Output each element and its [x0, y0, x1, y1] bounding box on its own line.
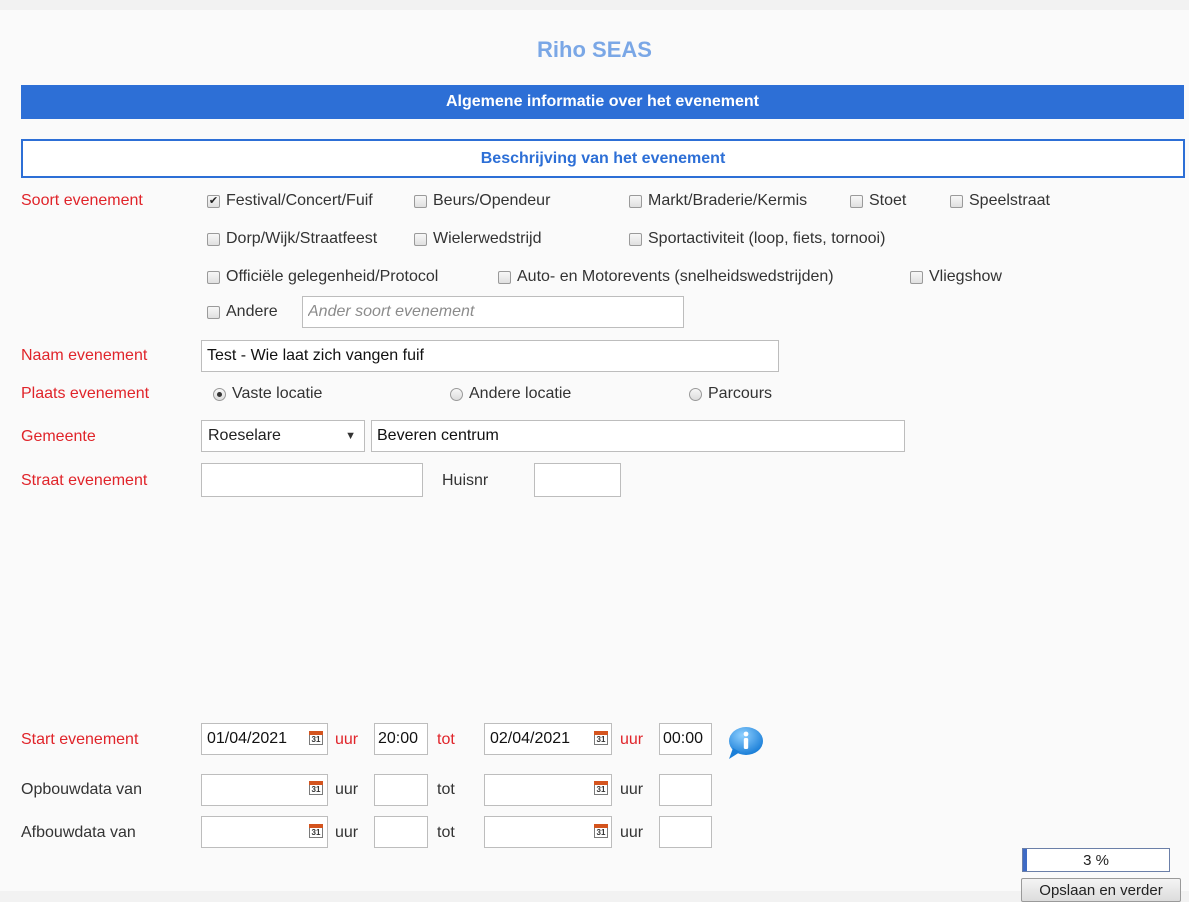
huisnr-input[interactable]	[534, 463, 621, 497]
calendar-icon[interactable]: 31	[309, 781, 323, 795]
app-title: Riho SEAS	[537, 37, 652, 62]
checkbox-label: Dorp/Wijk/Straatfeest	[226, 230, 378, 247]
checkbox-label: Vliegshow	[929, 268, 1002, 285]
radio-parcours[interactable]: Parcours	[689, 385, 772, 403]
afbouw-to-time-input[interactable]	[659, 816, 712, 848]
tot-label: tot	[437, 781, 455, 798]
radio-label: Vaste locatie	[232, 385, 323, 402]
uur-label: uur	[335, 781, 359, 798]
checkbox-beurs-box[interactable]	[414, 194, 427, 208]
plaats-evenement-label: Plaats evenement	[21, 385, 150, 402]
checkbox-label: Festival/Concert/Fuif	[226, 192, 373, 209]
radio-label: Andere locatie	[469, 385, 572, 402]
naam-evenement-input[interactable]	[201, 340, 779, 372]
straat-evenement-label: Straat evenement	[21, 472, 148, 489]
radio-parcours-button[interactable]	[689, 387, 702, 401]
radio-vaste-locatie-button[interactable]	[213, 387, 226, 401]
checkbox-stoet[interactable]: Stoet	[850, 192, 906, 210]
naam-evenement-label: Naam evenement	[21, 347, 148, 364]
straat-input[interactable]	[201, 463, 423, 497]
checkbox-dorpsfeest[interactable]: Dorp/Wijk/Straatfeest	[207, 230, 377, 248]
opbouw-from-time-input[interactable]	[374, 774, 428, 806]
radio-andere-locatie[interactable]: Andere locatie	[450, 385, 571, 403]
checkbox-label: Stoet	[869, 192, 907, 209]
checkbox-speelstraat[interactable]: Speelstraat	[950, 192, 1050, 210]
info-icon[interactable]	[725, 726, 765, 762]
checkbox-stoet-box[interactable]	[850, 194, 863, 208]
uur-label: uur	[620, 824, 644, 841]
calendar-icon[interactable]: 31	[594, 824, 608, 838]
checkbox-beurs[interactable]: Beurs/Opendeur	[414, 192, 550, 210]
tot-label: tot	[437, 824, 455, 841]
checkbox-vliegshow[interactable]: Vliegshow	[910, 268, 1002, 286]
checkbox-label: Sportactiviteit (loop, fiets, tornooi)	[648, 230, 886, 247]
checkbox-label: Markt/Braderie/Kermis	[648, 192, 808, 209]
gemeente-select[interactable]: Roeselare ▼	[201, 420, 365, 452]
radio-label: Parcours	[708, 385, 773, 402]
gemeente-select-value: Roeselare	[208, 427, 281, 444]
checkbox-vliegshow-box[interactable]	[910, 270, 923, 284]
calendar-icon[interactable]: 31	[594, 781, 608, 795]
checkbox-autoevents-box[interactable]	[498, 270, 511, 284]
checkbox-label: Wielerwedstrijd	[433, 230, 542, 247]
afbouwdata-label: Afbouwdata van	[21, 824, 136, 841]
deelgemeente-input[interactable]	[371, 420, 905, 452]
checkbox-markt[interactable]: Markt/Braderie/Kermis	[629, 192, 807, 210]
checkbox-officieel[interactable]: Officiële gelegenheid/Protocol	[207, 268, 438, 286]
calendar-icon[interactable]: 31	[594, 731, 608, 745]
opbouw-to-time-input[interactable]	[659, 774, 712, 806]
checkbox-label: Beurs/Opendeur	[433, 192, 551, 209]
checkbox-label: Auto- en Motorevents (snelheidswedstrijd…	[517, 268, 834, 285]
checkbox-label: Andere	[226, 303, 278, 320]
checkbox-sportactiviteit[interactable]: Sportactiviteit (loop, fiets, tornooi)	[629, 230, 885, 248]
page: Riho SEAS Algemene informatie over het e…	[0, 10, 1189, 902]
soort-evenement-label: Soort evenement	[21, 192, 143, 209]
opbouwdata-label: Opbouwdata van	[21, 781, 142, 798]
checkbox-festival[interactable]: ✔ Festival/Concert/Fuif	[207, 192, 373, 210]
uur-label: uur	[335, 824, 359, 841]
checkbox-sportactiviteit-box[interactable]	[629, 232, 642, 246]
checkbox-andere[interactable]: Andere	[207, 303, 278, 321]
start-evenement-label: Start evenement	[21, 731, 139, 748]
start-from-time-input[interactable]	[374, 723, 428, 755]
progress-fill	[1023, 849, 1028, 871]
huisnr-label: Huisnr	[442, 472, 489, 489]
calendar-icon[interactable]: 31	[309, 824, 323, 838]
start-to-time-input[interactable]	[659, 723, 712, 755]
checkbox-officieel-box[interactable]	[207, 270, 220, 284]
start-to-date-input[interactable]	[484, 723, 612, 755]
section-banner: Beschrijving van het evenement	[21, 139, 1185, 178]
chevron-down-icon: ▼	[345, 430, 356, 442]
checkbox-autoevents[interactable]: Auto- en Motorevents (snelheidswedstrijd…	[498, 268, 834, 286]
gemeente-label: Gemeente	[21, 428, 96, 445]
tot-label: tot	[437, 731, 455, 748]
checkbox-label: Officiële gelegenheid/Protocol	[226, 268, 439, 285]
afbouw-to-date-input[interactable]	[484, 816, 612, 848]
uur-label: uur	[620, 731, 644, 748]
checkbox-markt-box[interactable]	[629, 194, 642, 208]
checkbox-andere-box[interactable]	[207, 305, 220, 319]
checkbox-festival-box[interactable]: ✔	[207, 194, 220, 208]
progress-bar: 3 %	[1022, 848, 1170, 872]
ander-soort-input[interactable]	[302, 296, 684, 328]
save-continue-button[interactable]: Opslaan en verder	[1021, 878, 1181, 902]
calendar-icon[interactable]: 31	[309, 731, 323, 745]
checkbox-label: Speelstraat	[969, 192, 1050, 209]
checkbox-wielerwedstrijd-box[interactable]	[414, 232, 427, 246]
main-banner: Algemene informatie over het evenement	[21, 85, 1184, 119]
checkbox-wielerwedstrijd[interactable]: Wielerwedstrijd	[414, 230, 541, 248]
progress-label: 3 %	[1083, 851, 1109, 869]
opbouw-to-date-input[interactable]	[484, 774, 612, 806]
radio-vaste-locatie[interactable]: Vaste locatie	[213, 385, 322, 403]
uur-label: uur	[335, 731, 359, 748]
uur-label: uur	[620, 781, 644, 798]
afbouw-from-time-input[interactable]	[374, 816, 428, 848]
checkbox-dorpsfeest-box[interactable]	[207, 232, 220, 246]
checkbox-speelstraat-box[interactable]	[950, 194, 963, 208]
radio-andere-locatie-button[interactable]	[450, 387, 463, 401]
